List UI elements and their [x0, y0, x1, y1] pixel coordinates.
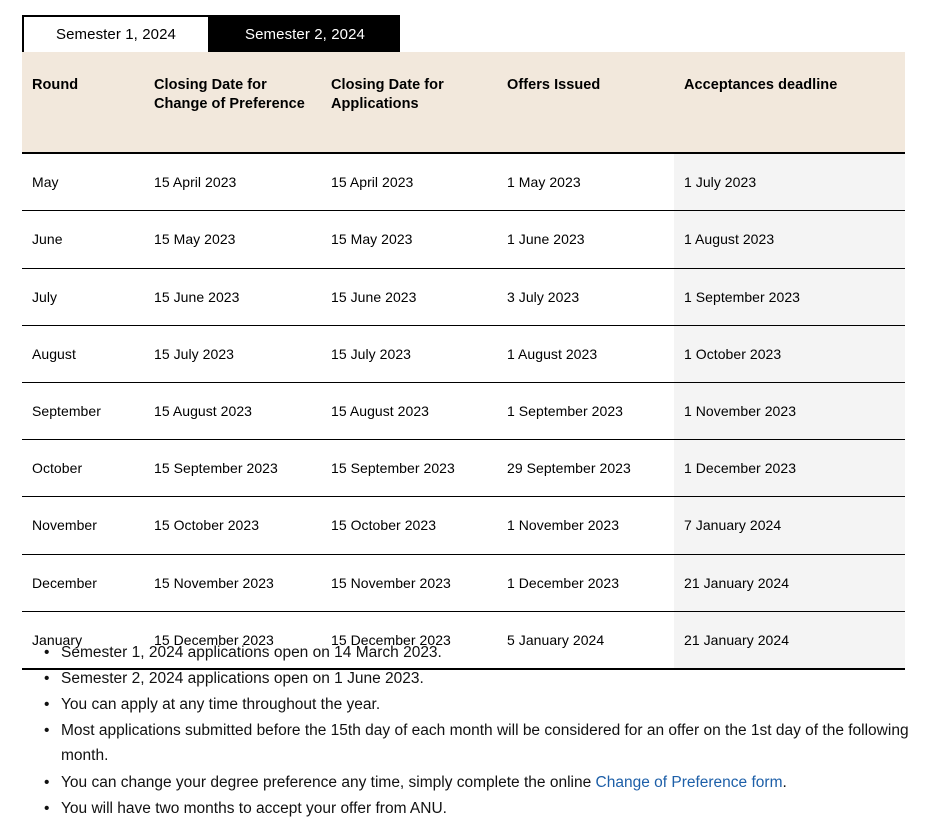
cell-closing-applications: 15 July 2023 [321, 325, 497, 384]
list-item-change-of-preference: • You can change your degree preference … [37, 770, 937, 795]
bullet-glyph: • [44, 644, 50, 661]
cell-acceptances-deadline: 1 November 2023 [674, 382, 905, 441]
table-row: June 15 May 2023 15 May 2023 1 June 2023… [22, 210, 905, 269]
cell-closing-applications: 15 May 2023 [321, 210, 497, 269]
cell-offers-issued: 1 December 2023 [497, 554, 674, 612]
list-item: • Most applications submitted before the… [37, 718, 937, 768]
table-row: July 15 June 2023 15 June 2023 3 July 20… [22, 268, 905, 326]
note-text: Most applications submitted before the 1… [61, 722, 909, 765]
cell-acceptances-deadline: 1 July 2023 [674, 153, 905, 212]
change-of-preference-form-link[interactable]: Change of Preference form [596, 774, 783, 791]
note-text-after-link: . [782, 773, 787, 791]
cell-round: December [22, 554, 144, 612]
note-text: Semester 1, 2024 applications open on 14… [61, 644, 442, 661]
table-row: October 15 September 2023 15 September 2… [22, 439, 905, 498]
cell-closing-change-of-preference: 15 July 2023 [144, 325, 321, 384]
cell-acceptances-deadline: 1 September 2023 [674, 268, 905, 326]
cell-closing-applications: 15 November 2023 [321, 554, 497, 612]
tab-semester-1-2024[interactable]: Semester 1, 2024 [22, 15, 210, 54]
cell-closing-change-of-preference: 15 August 2023 [144, 382, 321, 441]
column-header-offers-issued: Offers Issued [497, 52, 674, 155]
cell-closing-change-of-preference: 15 September 2023 [144, 439, 321, 498]
cell-closing-change-of-preference: 15 June 2023 [144, 268, 321, 326]
bullet-glyph: • [44, 670, 50, 688]
bullet-glyph: • [44, 722, 50, 740]
cell-closing-applications: 15 October 2023 [321, 496, 497, 555]
cell-offers-issued: 1 September 2023 [497, 382, 674, 441]
cell-round: May [22, 153, 144, 212]
table-row: September 15 August 2023 15 August 2023 … [22, 382, 905, 441]
cell-closing-change-of-preference: 15 October 2023 [144, 496, 321, 555]
cell-closing-applications: 15 June 2023 [321, 268, 497, 326]
cell-closing-change-of-preference: 15 May 2023 [144, 210, 321, 269]
cell-closing-change-of-preference: 15 April 2023 [144, 153, 321, 212]
cell-acceptances-deadline: 21 January 2024 [674, 554, 905, 612]
table-body: May 15 April 2023 15 April 2023 1 May 20… [22, 153, 905, 670]
table-header: Round Closing Date for Change of Prefere… [22, 52, 905, 155]
table-row: November 15 October 2023 15 October 2023… [22, 496, 905, 555]
list-item: • You will have two months to accept you… [37, 796, 937, 821]
note-text-before-link: You can change your degree preference an… [61, 773, 596, 791]
notes-list: • Semester 1, 2024 applications open on … [37, 640, 937, 822]
tab-label: Semester 2, 2024 [244, 26, 365, 43]
cell-round: July [22, 268, 144, 326]
cell-acceptances-deadline: 1 October 2023 [674, 325, 905, 384]
bullet-glyph: • [44, 799, 50, 817]
cell-closing-applications: 15 April 2023 [321, 153, 497, 212]
note-text: You will have two months to accept your … [61, 799, 447, 817]
cell-round: September [22, 382, 144, 441]
semester-tab-bar: Semester 1, 2024 Semester 2, 2024 [22, 15, 400, 54]
cell-offers-issued: 29 September 2023 [497, 439, 674, 498]
cell-offers-issued: 1 May 2023 [497, 153, 674, 212]
cell-closing-change-of-preference: 15 November 2023 [144, 554, 321, 612]
table-row: December 15 November 2023 15 November 20… [22, 554, 905, 612]
note-text: You can apply at any time throughout the… [61, 696, 381, 714]
table-row: August 15 July 2023 15 July 2023 1 Augus… [22, 325, 905, 384]
column-header-round: Round [22, 52, 144, 155]
cell-round: August [22, 325, 144, 384]
cell-acceptances-deadline: 1 August 2023 [674, 210, 905, 269]
cell-offers-issued: 1 August 2023 [497, 325, 674, 384]
cell-offers-issued: 1 November 2023 [497, 496, 674, 555]
cell-round: November [22, 496, 144, 555]
cell-round: October [22, 439, 144, 498]
column-header-closing-date-applications: Closing Date for Applications [321, 52, 497, 155]
application-rounds-table: Round Closing Date for Change of Prefere… [22, 52, 905, 670]
cell-offers-issued: 3 July 2023 [497, 268, 674, 326]
table-header-row: Round Closing Date for Change of Prefere… [22, 52, 905, 155]
list-item: • You can apply at any time throughout t… [37, 692, 937, 717]
cell-offers-issued: 1 June 2023 [497, 210, 674, 269]
column-header-closing-date-change-of-preference: Closing Date for Change of Preference [144, 52, 321, 155]
application-rounds-table-container: Round Closing Date for Change of Prefere… [22, 52, 905, 670]
list-item: • Semester 2, 2024 applications open on … [37, 666, 937, 691]
cell-round: June [22, 210, 144, 269]
list-item: • Semester 1, 2024 applications open on … [37, 640, 937, 665]
cell-closing-applications: 15 August 2023 [321, 382, 497, 441]
table-row: May 15 April 2023 15 April 2023 1 May 20… [22, 153, 905, 212]
column-header-acceptances-deadline: Acceptances deadline [674, 52, 905, 155]
cell-acceptances-deadline: 1 December 2023 [674, 439, 905, 498]
bullet-glyph: • [44, 773, 50, 791]
tab-semester-2-2024[interactable]: Semester 2, 2024 [210, 15, 400, 54]
tab-label: Semester 1, 2024 [55, 26, 176, 43]
cell-closing-applications: 15 September 2023 [321, 439, 497, 498]
bullet-glyph: • [44, 696, 50, 714]
note-text: Semester 2, 2024 applications open on 1 … [61, 670, 424, 688]
cell-acceptances-deadline: 7 January 2024 [674, 496, 905, 555]
